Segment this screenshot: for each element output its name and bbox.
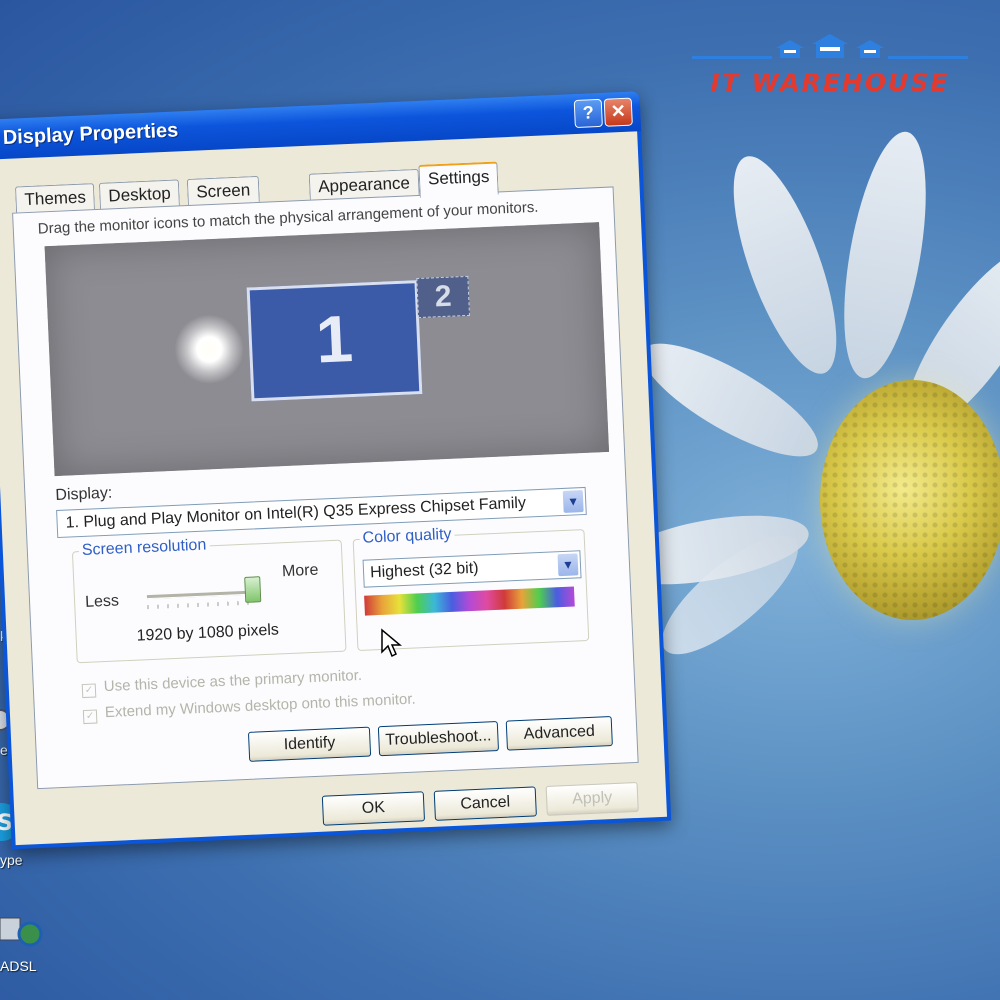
screen-resolution-title: Screen resolution: [78, 536, 210, 561]
display-properties-dialog: Display Properties ? ✕ Themes Desktop Sc…: [0, 91, 672, 850]
desktop-icon-label[interactable]: ADSL: [0, 958, 37, 974]
network-icon[interactable]: [0, 912, 44, 957]
wallpaper-daisy: [606, 125, 1000, 690]
monitor-2[interactable]: 2: [416, 275, 471, 319]
monitor-2-number: 2: [434, 279, 453, 314]
color-quality-title: Color quality: [359, 525, 455, 548]
chevron-down-icon[interactable]: ▼: [557, 553, 579, 577]
advanced-button[interactable]: Advanced: [505, 716, 613, 751]
dialog-body: Themes Desktop Screen Saver Appearance S…: [0, 131, 668, 846]
close-button[interactable]: ✕: [603, 97, 633, 127]
resolution-less-label: Less: [84, 592, 120, 611]
primary-monitor-checkbox[interactable]: ✓: [81, 683, 97, 699]
settings-panel: Drag the monitor icons to match the phys…: [12, 186, 639, 790]
monitor-1[interactable]: 1: [246, 280, 423, 402]
color-quality-select[interactable]: Highest (32 bit) ▼: [362, 550, 582, 588]
desktop-icon-label[interactable]: ype: [0, 852, 23, 868]
identify-button[interactable]: Identify: [247, 726, 372, 762]
screen-glare: [172, 312, 246, 386]
resolution-slider-ticks: [147, 600, 258, 610]
dialog-title: Display Properties: [2, 119, 179, 150]
screen-resolution-group: Screen resolution Less More 1920 by 1080…: [71, 536, 347, 664]
display-select[interactable]: 1. Plug and Play Monitor on Intel(R) Q35…: [56, 486, 587, 539]
primary-monitor-label: Use this device as the primary monitor.: [103, 666, 363, 696]
resolution-slider-thumb[interactable]: [244, 576, 262, 603]
display-select-value: 1. Plug and Play Monitor on Intel(R) Q35…: [65, 494, 527, 532]
extend-desktop-label: Extend my Windows desktop onto this moni…: [104, 690, 417, 722]
watermark-text: IT WAREHOUSE: [710, 68, 950, 97]
resolution-more-label: More: [281, 561, 319, 581]
daisy-center: [820, 380, 1000, 620]
watermark-logo: IT WAREHOUSE: [692, 32, 968, 97]
tab-strip: Themes Desktop Screen Saver Appearance S…: [14, 161, 500, 228]
color-spectrum-bar: [364, 586, 575, 616]
apply-button[interactable]: Apply: [545, 781, 639, 816]
extend-desktop-checkbox[interactable]: ✓: [82, 709, 98, 725]
chevron-down-icon[interactable]: ▼: [562, 490, 584, 513]
resolution-slider-track[interactable]: [146, 590, 257, 600]
monitor-arrangement-area[interactable]: 1 2: [44, 222, 610, 477]
display-label: Display:: [55, 484, 113, 505]
ok-button[interactable]: OK: [321, 791, 426, 826]
primary-monitor-checkbox-row[interactable]: ✓ Use this device as the primary monitor.: [81, 666, 363, 699]
help-button[interactable]: ?: [573, 98, 603, 129]
tab-settings[interactable]: Settings: [418, 161, 500, 198]
troubleshoot-button[interactable]: Troubleshoot...: [377, 720, 500, 757]
cancel-button[interactable]: Cancel: [433, 786, 537, 821]
resolution-value: 1920 by 1080 pixels: [136, 621, 280, 645]
color-quality-value: Highest (32 bit): [369, 559, 479, 582]
mouse-pointer-icon: [380, 628, 403, 663]
monitor-1-number: 1: [314, 300, 355, 377]
